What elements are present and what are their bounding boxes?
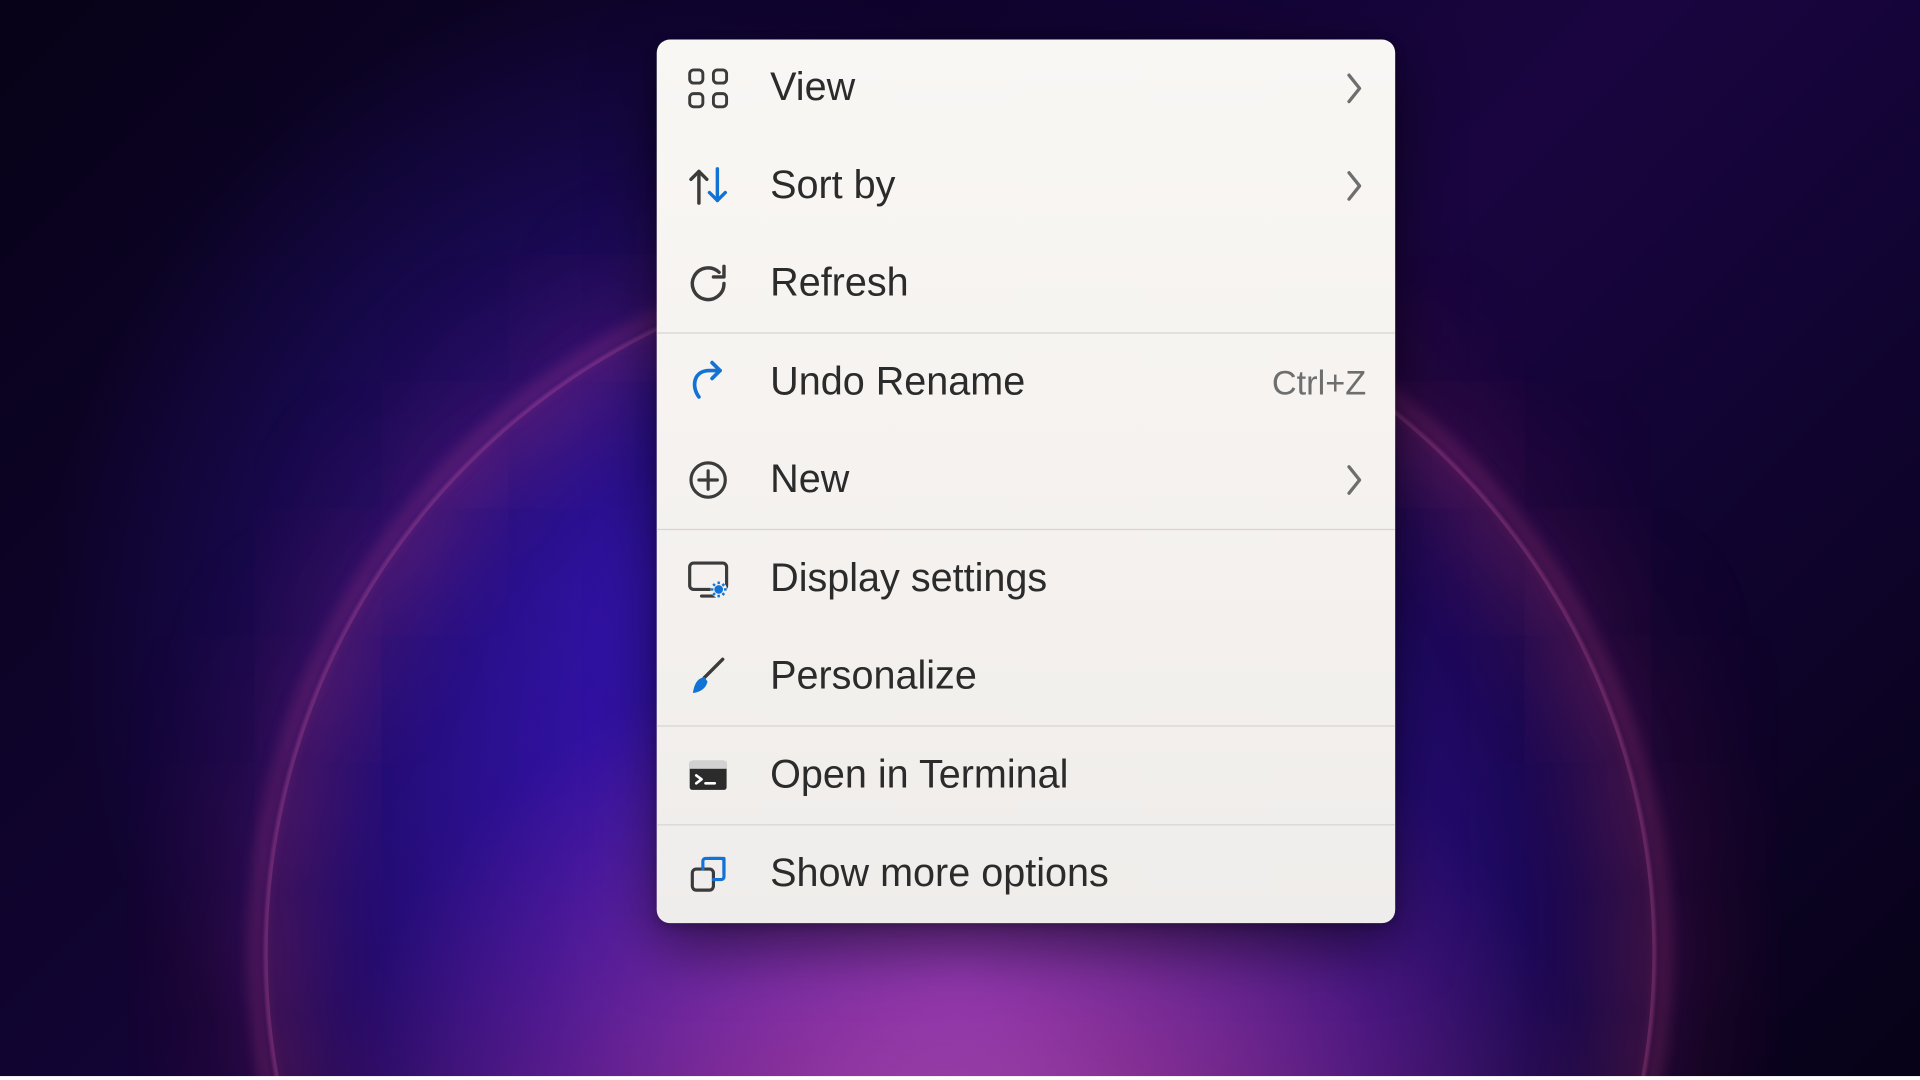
terminal-icon (686, 753, 731, 798)
new-plus-icon (686, 458, 731, 503)
desktop-context-menu: View Sort by (657, 40, 1395, 924)
menu-item-display-settings[interactable]: Display settings (657, 530, 1395, 628)
display-settings-icon (686, 556, 731, 601)
menu-item-label: Undo Rename (770, 360, 1272, 405)
submenu-chevron-icon (1342, 167, 1366, 204)
menu-item-new[interactable]: New (657, 431, 1395, 529)
desktop[interactable]: View Sort by (0, 0, 1920, 1076)
menu-item-label: Show more options (770, 852, 1366, 897)
menu-item-label: New (770, 458, 1342, 503)
more-options-icon (686, 852, 731, 897)
menu-item-label: Display settings (770, 556, 1366, 601)
menu-item-refresh[interactable]: Refresh (657, 235, 1395, 333)
view-grid-icon (686, 66, 731, 111)
menu-item-undo-rename[interactable]: Undo Rename Ctrl+Z (657, 334, 1395, 432)
menu-item-label: View (770, 66, 1342, 111)
menu-item-show-more-options[interactable]: Show more options (657, 826, 1395, 924)
menu-item-label: Personalize (770, 654, 1366, 699)
undo-icon (686, 360, 731, 405)
submenu-chevron-icon (1342, 70, 1366, 107)
menu-item-open-terminal[interactable]: Open in Terminal (657, 727, 1395, 825)
menu-item-personalize[interactable]: Personalize (657, 628, 1395, 726)
menu-item-sort-by[interactable]: Sort by (657, 137, 1395, 235)
menu-item-label: Open in Terminal (770, 753, 1366, 798)
menu-item-label: Refresh (770, 261, 1366, 306)
personalize-brush-icon (686, 654, 731, 699)
refresh-icon (686, 261, 731, 306)
menu-item-label: Sort by (770, 164, 1342, 209)
menu-item-view[interactable]: View (657, 40, 1395, 138)
menu-item-shortcut: Ctrl+Z (1272, 362, 1366, 403)
submenu-chevron-icon (1342, 462, 1366, 499)
sort-icon (686, 164, 731, 209)
